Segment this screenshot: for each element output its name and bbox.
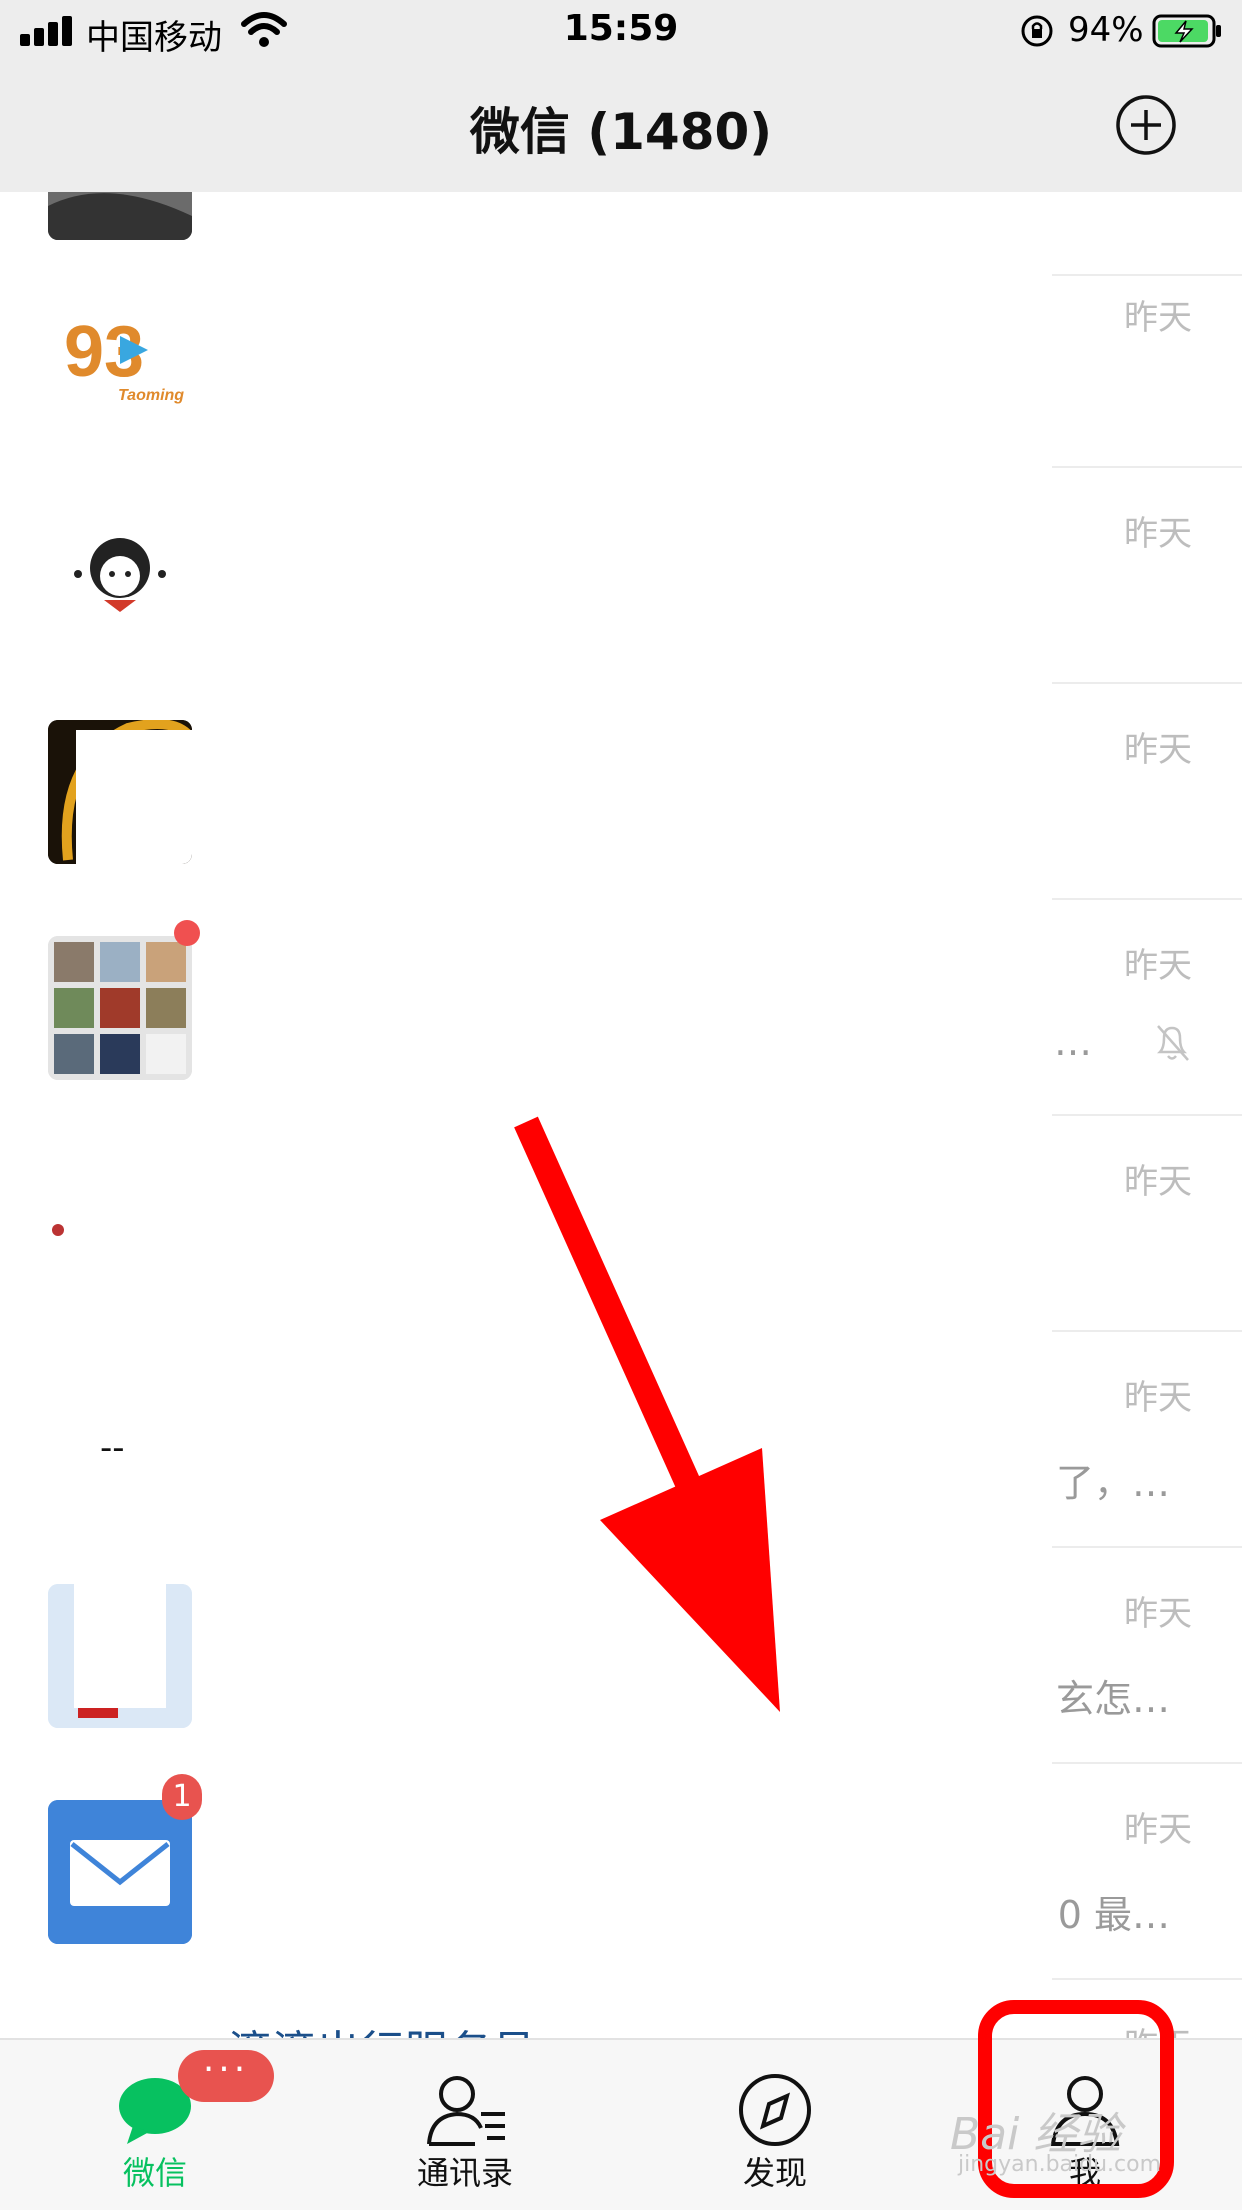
avatar: [48, 1152, 192, 1296]
avatar-text: --: [100, 1428, 125, 1468]
chat-row[interactable]: 昨天: [0, 468, 1242, 684]
chat-preview: …: [1054, 1020, 1092, 1064]
compass-icon: [739, 2074, 811, 2146]
avatar: [48, 720, 192, 864]
chat-row[interactable]: 93 Taoming 昨天: [0, 252, 1242, 468]
watermark-url: jingyan.baidu.com: [958, 2152, 1162, 2177]
chat-row[interactable]: -- 昨天 了，…: [0, 1332, 1242, 1548]
chat-row[interactable]: 1 昨天 0 最…: [0, 1764, 1242, 1980]
group-avatar: [48, 936, 192, 1080]
nav-bar: 微信 (1480): [0, 62, 1242, 192]
chat-name: 滴滴出行服务号: [228, 2016, 536, 2038]
add-icon[interactable]: [1115, 94, 1177, 156]
chat-preview: 0 最…: [1057, 1893, 1170, 1937]
chat-row[interactable]: 昨天: [0, 1116, 1242, 1332]
chat-time: 昨天: [1124, 946, 1192, 986]
contacts-icon: [427, 2076, 505, 2146]
avatar: --: [48, 1368, 192, 1512]
unread-dot: [174, 920, 200, 946]
chat-time: 昨天: [1124, 514, 1192, 554]
battery-percent: 94%: [1068, 10, 1144, 50]
avatar: 93 Taoming: [48, 288, 192, 432]
chat-row[interactable]: 昨天 玄怎…: [0, 1548, 1242, 1764]
tab-badge: ···: [178, 2050, 274, 2102]
chat-time: 昨天: [1124, 298, 1192, 338]
status-bar: 中国移动 15:59 94%: [0, 0, 1242, 62]
rotation-lock-icon: [1021, 15, 1053, 47]
tab-label: 发现: [742, 2154, 807, 2192]
chat-time: 昨天: [1124, 1810, 1192, 1850]
tab-contacts[interactable]: 通讯录: [310, 2040, 620, 2210]
tab-label: 微信: [122, 2154, 187, 2192]
tab-label: 通讯录: [416, 2154, 513, 2192]
tab-discover[interactable]: 发现: [620, 2040, 930, 2210]
chat-row[interactable]: 昨天: [0, 684, 1242, 900]
battery-icon: [1152, 14, 1221, 48]
tab-chats[interactable]: ··· 微信: [0, 2040, 310, 2210]
chat-time: 昨天: [1124, 1378, 1192, 1418]
avatar: [48, 1584, 192, 1728]
avatar: [48, 192, 192, 240]
chat-time: 昨天: [1124, 1162, 1192, 1202]
chat-preview: 玄怎…: [1055, 1677, 1170, 1721]
unread-badge: 1: [162, 1774, 202, 1820]
chat-row[interactable]: 昨天 …: [0, 900, 1242, 1116]
mute-bell-icon: [1156, 1025, 1189, 1061]
chat-list[interactable]: 93 Taoming 昨天 昨天 昨天 昨天 … 昨天 -- 昨天 了，… 昨天…: [0, 192, 1242, 2038]
logo-subtext: Taoming: [118, 387, 184, 404]
chat-time: 昨天: [1124, 730, 1192, 770]
chat-time: 昨天: [1124, 1594, 1192, 1634]
clock: 15:59: [563, 8, 679, 49]
avatar: [48, 504, 192, 648]
mail-avatar: [48, 1800, 192, 1944]
page-title: 微信 (1480): [469, 103, 773, 161]
chat-preview: 了，…: [1055, 1461, 1170, 1505]
